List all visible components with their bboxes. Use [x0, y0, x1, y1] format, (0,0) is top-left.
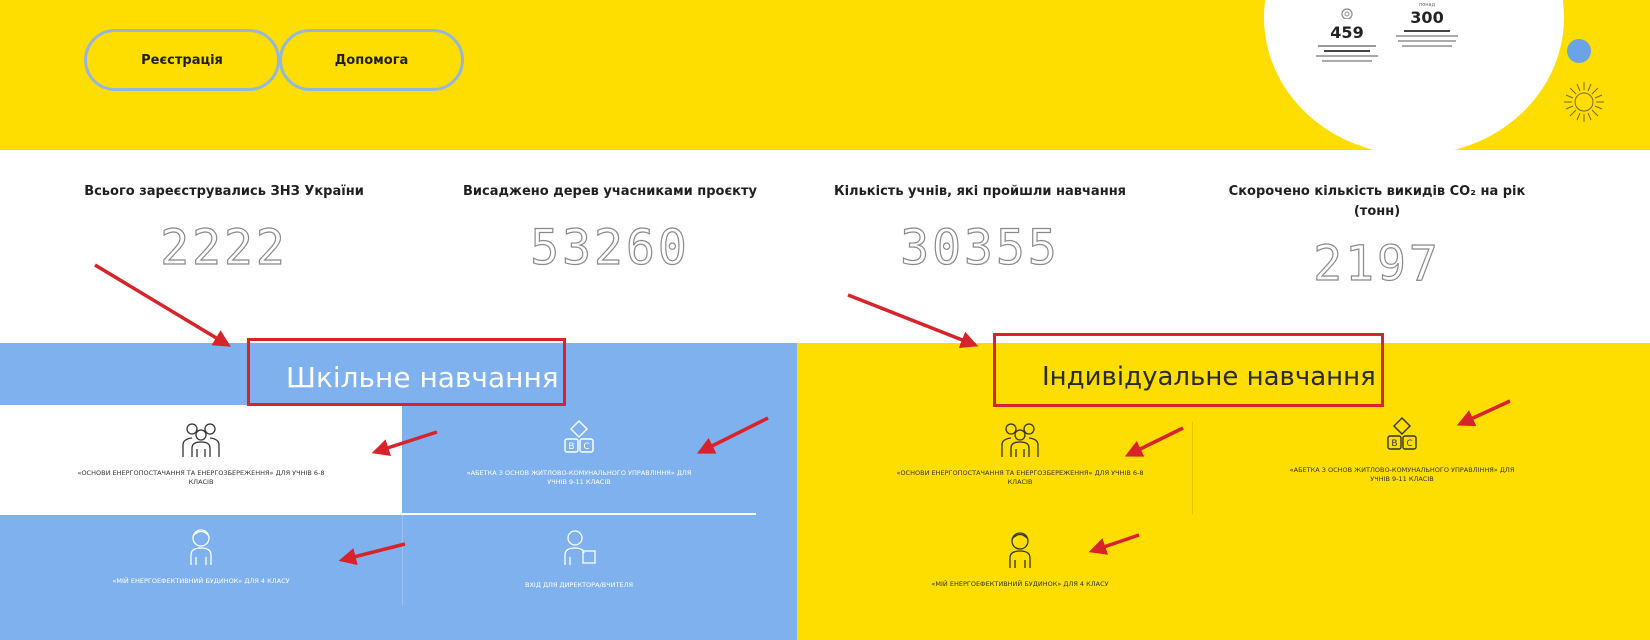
badge-stat-caption [1394, 28, 1460, 51]
course-text: «Абетка з основ житлово-комунального упр… [466, 469, 692, 486]
header-bar: Реєстрація Допомога 459 понад 300 [0, 0, 1650, 150]
course-text: «Мій енергоефективний будинок» для 4 кла… [112, 577, 290, 585]
annotation-box-individual [993, 333, 1384, 407]
course-text: Вхід для директора/вчителя [524, 581, 633, 589]
school-course-home-4[interactable]: «Мій енергоефективний будинок» для 4 кла… [0, 515, 402, 615]
svg-text:C: C [583, 442, 589, 452]
badge-stat-value: 300 [1410, 8, 1444, 27]
badge-dot [1567, 39, 1591, 63]
badge-stat-value: 459 [1330, 23, 1364, 42]
school-course-abc-9-11[interactable]: B C «Абетка з основ житлово-комунального… [402, 405, 756, 513]
register-button[interactable]: Реєстрація [84, 29, 280, 91]
students-group-icon [1001, 423, 1039, 457]
badge-stat-participants: 459 [1314, 4, 1380, 66]
page: Реєстрація Допомога 459 понад 300 Всього… [0, 0, 1650, 640]
stat-co2: Скорочено кількість викидів CO₂ на рік (… [1212, 182, 1542, 293]
stat-label: Всього зареєструвались ЗНЗ України [84, 184, 364, 199]
stat-label: Скорочено кількість викидів CO₂ на рік (… [1228, 184, 1526, 219]
teacher-login[interactable]: Вхід для директора/вчителя [402, 515, 756, 615]
stat-schools: Всього зареєструвались ЗНЗ України 2222 [64, 182, 384, 277]
abc-blocks-icon: B C [564, 420, 594, 453]
teacher-icon [564, 530, 596, 565]
project-stats-badge: 459 понад 300 [1264, 0, 1564, 150]
course-text: «Основи енергопостачання та енергозбереж… [896, 469, 1144, 486]
stat-students: Кількість учнів, які пройшли навчання 30… [810, 182, 1150, 277]
badge-stat-caption [1314, 43, 1380, 66]
gear-icon [1341, 8, 1353, 20]
individual-course-energy-6-8[interactable]: «Основи енергопостачання та енергозбереж… [850, 415, 1190, 515]
course-text: «Основи енергопостачання та енергозбереж… [77, 469, 325, 486]
stat-trees: Висаджено дерев учасниками проєкту 53260 [440, 182, 780, 277]
stat-value: 30355 [900, 219, 1060, 276]
stat-label: Висаджено дерев учасниками проєкту [463, 184, 757, 199]
course-text: «Абетка з основ житлово-комунального упр… [1289, 466, 1515, 483]
abc-blocks-icon: B C [1387, 417, 1417, 450]
badge-caption-scribble [1316, 45, 1378, 62]
stat-label: Кількість учнів, які пройшли навчання [833, 184, 1127, 199]
students-group-icon [182, 423, 220, 457]
sun-icon [1564, 82, 1604, 122]
individual-course-abc-9-11[interactable]: B C «Абетка з основ житлово-комунального… [1232, 412, 1572, 512]
panel-divider [1192, 422, 1193, 514]
svg-text:B: B [568, 442, 574, 452]
stat-value: 2197 [1313, 235, 1441, 292]
help-button[interactable]: Допомога [279, 29, 464, 91]
annotation-box-school [247, 338, 566, 406]
individual-course-home-4[interactable]: «Мій енергоефективний будинок» для 4 кла… [850, 526, 1190, 626]
badge-caption-scribble [1396, 30, 1458, 47]
svg-text:C: C [1406, 439, 1412, 449]
badge-stat-trees: понад 300 [1394, 2, 1460, 51]
course-text: «Мій енергоефективний будинок» для 4 кла… [931, 580, 1109, 588]
child-icon [1009, 532, 1031, 568]
stat-value: 53260 [530, 219, 690, 276]
annotation-arrow [94, 263, 231, 347]
child-icon [190, 529, 212, 565]
school-course-energy-6-8[interactable]: «Основи енергопостачання та енергозбереж… [0, 405, 402, 513]
stat-value: 2222 [160, 219, 288, 276]
svg-text:B: B [1391, 439, 1397, 449]
annotation-arrow [847, 293, 979, 349]
